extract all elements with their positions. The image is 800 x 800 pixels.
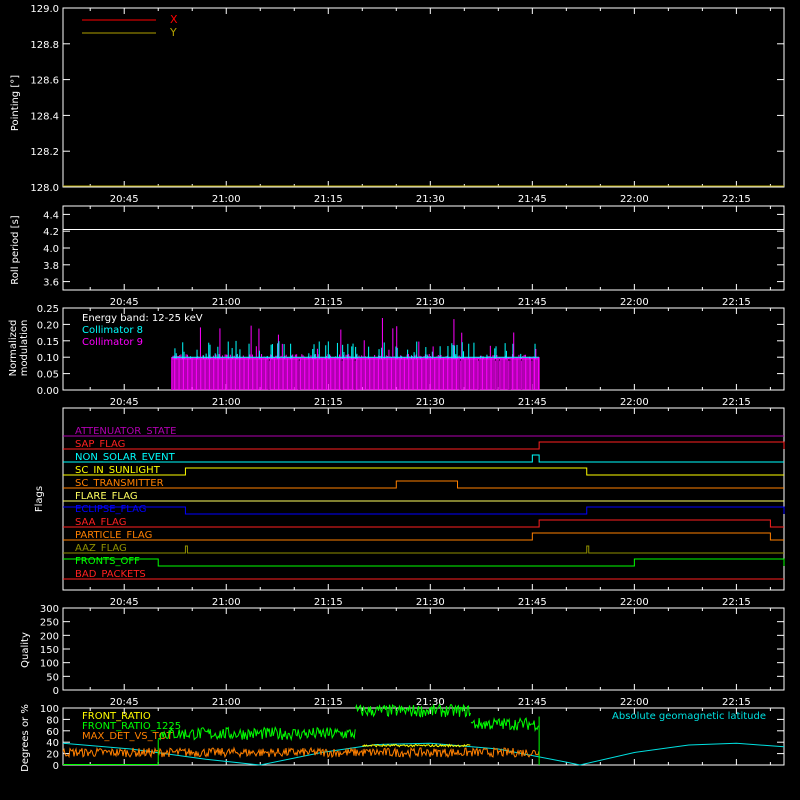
flag-label-aaz-flag: AAZ_FLAG (75, 543, 127, 554)
figure: Pointing [°] X Y 20:45 21:00 21:15 21:30 21:… (0, 0, 800, 800)
quality-x-tick-label: 21:15 (314, 697, 343, 708)
quality-y-tick-label: 250 (40, 618, 59, 629)
roll-period-x-tick-label: 21:00 (212, 297, 241, 308)
pointing-x-tick-label: 21:30 (416, 194, 445, 205)
roll-period-y-tick-label: 4.4 (43, 210, 59, 221)
quality-x-tick-label: 21:45 (518, 697, 547, 708)
modulation-x-tick-label: 21:30 (416, 397, 445, 408)
ratios-y-tick-label: 0 (53, 761, 59, 772)
modulation-x-tick-label: 21:45 (518, 397, 547, 408)
pointing-x-tick-label: 22:15 (722, 194, 751, 205)
ratios-y-tick-label: 40 (46, 738, 59, 749)
flags-x-tick-label: 22:15 (722, 597, 751, 608)
flag-label-attenuator-state: ATTENUATOR_STATE (75, 426, 176, 437)
roll-period-x-tick-label: 21:45 (518, 297, 547, 308)
pointing-x-tick-label: 20:45 (110, 194, 139, 205)
flags-x-tick-label: 21:45 (518, 597, 547, 608)
modulation-x-tick-label: 22:15 (722, 397, 751, 408)
pointing-x-tick-label: 22:00 (620, 194, 649, 205)
modulation-x-tick-label: 21:00 (212, 397, 241, 408)
modulation-x-tick-label: 21:15 (314, 397, 343, 408)
roll-period-y-tick-label: 4.2 (43, 227, 59, 238)
flags-x-tick-label: 21:30 (416, 597, 445, 608)
quality-x-tick-label: 20:45 (110, 697, 139, 708)
flag-label-flare-flag: FLARE_FLAG (75, 491, 138, 502)
roll-period-y-tick-label: 3.8 (43, 261, 59, 272)
ratios-y-tick-label: 100 (40, 704, 59, 715)
modulation-y-tick-label: 0.05 (37, 370, 59, 381)
ratios-y-tick-label: 80 (46, 715, 59, 726)
flag-label-particle-flag: PARTICLE_FLAG (75, 530, 152, 541)
quality-x-tick-label: 21:00 (212, 697, 241, 708)
flag-label-sap-flag: SAP_FLAG (75, 439, 125, 450)
pointing-y-tick-label: 128.4 (30, 111, 59, 122)
modulation-x-tick-label: 22:00 (620, 397, 649, 408)
quality-y-tick-label: 300 (40, 604, 59, 615)
modulation-y-tick-label: 0.00 (37, 386, 59, 397)
quality-x-tick-label: 22:15 (722, 697, 751, 708)
pointing-x-tick-label: 21:15 (314, 194, 343, 205)
legend-label-collimator-8: Collimator 8 (82, 325, 143, 336)
roll-period-x-tick-label: 22:00 (620, 297, 649, 308)
roll-period-x-tick-label: 21:30 (416, 297, 445, 308)
energy-band-annotation: Energy band: 12-25 keV (82, 313, 203, 324)
ratios-y-tick-label: 60 (46, 727, 59, 738)
roll-period-x-tick-label: 22:15 (722, 297, 751, 308)
modulation-y-tick-label: 0.10 (37, 353, 59, 364)
flag-label-bad-packets: BAD_PACKETS (75, 569, 146, 580)
quality-y-tick-label: 200 (40, 631, 59, 642)
roll-period-y-tick-label: 3.6 (43, 278, 59, 289)
flag-label-non-solar-event: NON_SOLAR_EVENT (75, 452, 176, 463)
modulation-y-axis-label-line2: modulation (19, 320, 30, 377)
flags-x-tick-label: 22:00 (620, 597, 649, 608)
modulation-x-tick-label: 20:45 (110, 397, 139, 408)
pointing-x-tick-label: 21:00 (212, 194, 241, 205)
geomagnetic-latitude-label: Absolute geomagnetic latitude (612, 711, 766, 722)
quality-y-axis-label: Quality (20, 632, 31, 668)
pointing-y-tick-label: 128.2 (30, 147, 59, 158)
quality-y-tick-label: 0 (53, 686, 59, 697)
flags-x-tick-label: 21:00 (212, 597, 241, 608)
roll-period-y-axis-label: Roll period [s] (10, 215, 21, 284)
pointing-x-tick-label: 21:45 (518, 194, 547, 205)
flags-x-tick-label: 21:15 (314, 597, 343, 608)
flags-x-tick-label: 20:45 (110, 597, 139, 608)
legend-label-max-det-vs-tot: MAX_DET_VS_TOT (82, 731, 174, 742)
modulation-y-axis-label-line1: Normalized (8, 320, 19, 377)
flags-y-axis-label: Flags (34, 486, 45, 512)
pointing-y-tick-label: 128.0 (30, 183, 59, 194)
flag-label-fronts-off: FRONTS_OFF (75, 556, 140, 567)
pointing-y-axis-label: Pointing [°] (10, 75, 21, 131)
quality-y-tick-label: 50 (46, 672, 59, 683)
pointing-y-tick-label: 129.0 (30, 4, 59, 15)
modulation-y-tick-label: 0.20 (37, 320, 59, 331)
roll-period-y-tick-label: 4.0 (43, 244, 59, 255)
flag-label-sc-transmitter: SC_TRANSMITTER (75, 478, 164, 489)
modulation-y-tick-label: 0.25 (37, 304, 59, 315)
roll-period-x-tick-label: 20:45 (110, 297, 139, 308)
flag-label-sc-in-sunlight: SC_IN_SUNLIGHT (75, 465, 161, 476)
legend-label-x: X (170, 13, 178, 26)
pointing-y-tick-label: 128.6 (30, 76, 59, 87)
pointing-y-tick-label: 128.8 (30, 40, 59, 51)
quality-y-tick-label: 100 (40, 659, 59, 670)
ratios-y-tick-label: 20 (46, 750, 59, 761)
flag-label-eclipse-flag: ECLIPSE_FLAG (75, 504, 146, 515)
modulation-y-tick-label: 0.15 (37, 337, 59, 348)
quality-y-tick-label: 150 (40, 645, 59, 656)
legend-label-y: Y (169, 26, 177, 39)
flag-label-saa-flag: SAA_FLAG (75, 517, 126, 528)
legend-label-collimator-9: Collimator 9 (82, 337, 143, 348)
quality-x-tick-label: 22:00 (620, 697, 649, 708)
roll-period-x-tick-label: 21:15 (314, 297, 343, 308)
ratios-y-axis-label: Degrees or % (20, 704, 31, 772)
